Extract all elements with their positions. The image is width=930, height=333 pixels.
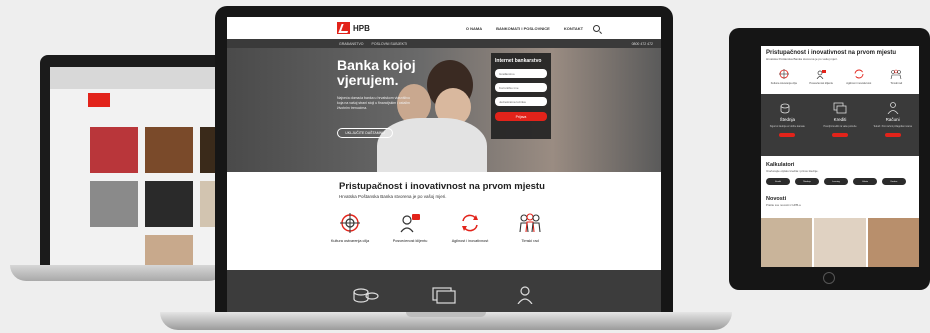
main-laptop: HPB O NAMA BANKOMATI I POSLOVNICE KONTAK… [160, 0, 732, 333]
news-photo[interactable] [761, 218, 813, 267]
feature-item[interactable]: Agilnost i inovativnost [447, 211, 493, 244]
login-box: Internet bankarstvo Građanstvo Korisničk… [491, 53, 551, 139]
feature-item[interactable]: Posvećenost klijentu [387, 211, 433, 244]
calculator-button[interactable]: Leasing [824, 178, 848, 185]
laptop-screen: HPB O NAMA BANKOMATI I POSLOVNICE KONTAK… [227, 17, 661, 315]
feature-label: Agilnost i inovativnost [451, 239, 489, 243]
site-header: HPB O NAMA BANKOMATI I POSLOVNICE KONTAK… [227, 17, 661, 39]
calculator-button[interactable]: Kartice [882, 178, 906, 185]
team-icon [890, 69, 902, 79]
product-text: Povoljni krediti za vaše potrebe [823, 125, 857, 128]
hero-title: Banka kojoj vjerujem. [337, 57, 416, 88]
coins-icon [353, 286, 379, 309]
documents-icon [833, 102, 847, 114]
feature-label: Timski rad [521, 239, 539, 243]
calculator-button[interactable]: Kredit [766, 178, 790, 185]
sub-nav-citizens[interactable]: GRAĐANSTVO [339, 42, 364, 46]
background-tile [90, 127, 138, 173]
hpb-logo[interactable]: HPB [337, 22, 370, 34]
products-band [227, 270, 661, 315]
login-title: Internet bankarstvo [495, 58, 542, 64]
main-nav: O NAMA BANKOMATI I POSLOVNICE KONTAKT [466, 26, 583, 31]
hpb-logo-text: HPB [353, 23, 370, 33]
calculator-buttons: Kredit Štednja Leasing Valuta Kartice [766, 178, 914, 185]
section-subtitle: Hrvatska Poštanska Banka stvorena je po … [339, 194, 447, 199]
hero-banner: Banka kojoj vjerujem. Najveća domaća ban… [227, 48, 661, 172]
feature-item[interactable]: Timski rad [507, 211, 553, 244]
feature-item[interactable]: Kultura ostvarenja cilja [327, 211, 373, 244]
nav-item-contact[interactable]: KONTAKT [564, 26, 583, 31]
target-icon [337, 211, 363, 235]
tablet-feature[interactable]: Kultura ostvarenja cilja [767, 69, 801, 85]
news-photo[interactable] [867, 218, 919, 267]
laptop-base [160, 312, 732, 330]
search-icon[interactable] [593, 24, 601, 32]
sub-nav: GRAĐANSTVO POSLOVNI SUBJEKTI 0800 472 47… [227, 39, 661, 48]
password-field[interactable]: Jednokratna lozinka [495, 97, 547, 106]
login-button[interactable]: Prijava [495, 112, 547, 121]
refresh-icon [854, 69, 864, 79]
tablet-feature-label: Kultura ostvarenja cilja [770, 82, 797, 85]
background-logo [88, 93, 110, 107]
target-icon [778, 69, 789, 79]
nav-item-about[interactable]: O NAMA [466, 26, 482, 31]
news-photo[interactable] [814, 218, 866, 267]
user-type-select[interactable]: Građanstvo [495, 69, 547, 78]
tablet-feature[interactable]: Agilnost i inovativnost [842, 69, 876, 85]
nav-item-atms[interactable]: BANKOMATI I POSLOVNICE [496, 26, 550, 31]
hpb-logo-mark [337, 22, 350, 34]
tablet-feature-label: Posvećenost klijentu [809, 82, 834, 85]
tablet-device: Pristupačnost i inovativnost na prvom mj… [729, 28, 930, 290]
calculator-button[interactable]: Valuta [853, 178, 877, 185]
handshake-icon [816, 70, 827, 79]
documents-icon [431, 286, 457, 309]
background-tile [90, 181, 138, 227]
calculators-subtitle: Izračunajte otplatu kredita i prinos šte… [766, 169, 819, 173]
handshake-icon [397, 211, 423, 235]
tablet-screen: Pristupačnost i inovativnost na prvom mj… [761, 46, 919, 267]
tablet-products: Štednja Sigurno štednja uz dobre kamate … [761, 94, 919, 156]
hero-cta-button[interactable]: UKLJUČITE DAŠTAMNU [337, 128, 393, 138]
tablet-feature[interactable]: Timski rad [879, 69, 913, 85]
product-button[interactable] [831, 132, 848, 137]
news-title: Novosti [766, 196, 787, 202]
product-label: Krediti [833, 117, 847, 122]
tablet-feature-label: Timski rad [890, 82, 903, 85]
tablet-calculators: Kalkulatori Izračunajte otplatu kredita … [761, 162, 919, 185]
product-text: Tekući i žiro računi prilagođeni vama [873, 125, 912, 128]
team-icon [517, 211, 543, 235]
sub-nav-business[interactable]: POSLOVNI SUBJEKTI [372, 42, 408, 46]
product-label: Štednja [779, 117, 795, 122]
tablet-features: Kultura ostvarenja cilja Posvećenost kli… [761, 62, 919, 85]
calculators-title: Kalkulatori [766, 162, 795, 168]
person-icon [887, 102, 898, 114]
tablet-product[interactable]: Krediti Povoljni krediti za vaše potrebe [818, 102, 862, 156]
news-subtitle: Pratite sve novosti iz HPB-a [766, 203, 801, 207]
features-list: Kultura ostvarenja cilja Posvećenost kli… [327, 211, 661, 244]
tablet-title: Pristupačnost i inovativnost na prvom mj… [766, 50, 897, 56]
section-title: Pristupačnost i inovativnost na prvom mj… [339, 181, 545, 192]
home-button[interactable] [823, 272, 835, 284]
person-icon [515, 286, 535, 309]
tablet-feature-label: Agilnost i inovativnost [846, 82, 872, 85]
news-photos [761, 218, 919, 267]
product-label: Računi [885, 117, 900, 122]
tablet-product[interactable]: Štednja Sigurno štednja uz dobre kamate [765, 102, 809, 156]
tablet-product[interactable]: Računi Tekući i žiro računi prilagođeni … [871, 102, 915, 156]
calculator-button[interactable]: Štednja [795, 178, 819, 185]
tablet-feature[interactable]: Posvećenost klijentu [804, 69, 838, 85]
coins-icon [780, 103, 790, 114]
hero-photo-person [377, 118, 487, 172]
feature-label: Kultura ostvarenja cilja [330, 239, 370, 243]
username-field[interactable]: Korisničko ime [495, 83, 547, 92]
feature-label: Posvećenost klijentu [392, 239, 428, 243]
product-button[interactable] [779, 132, 796, 137]
tablet-news: Novosti Pratite sve novosti iz HPB-a [761, 196, 919, 207]
phone-number[interactable]: 0800 472 472 [632, 42, 653, 46]
product-button[interactable] [884, 132, 901, 137]
laptop-notch [406, 312, 486, 317]
hero-text: Najveća domaća banka u hrvatskom vlasniš… [337, 96, 410, 110]
refresh-icon [457, 211, 483, 235]
product-text: Sigurno štednja uz dobre kamate [769, 125, 805, 128]
